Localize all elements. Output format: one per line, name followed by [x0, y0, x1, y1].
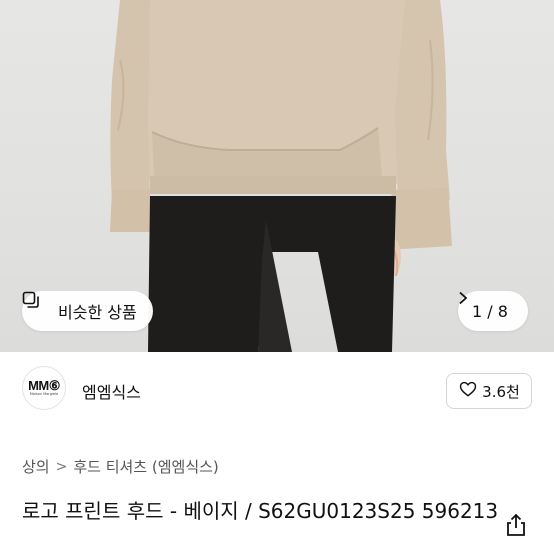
brand-logo-text: MM⑥: [28, 377, 60, 393]
breadcrumb: 상의 > 후드 티셔츠 (엠엠식스): [22, 456, 219, 477]
brand-logo-subtext: Maison Margiela: [29, 391, 59, 396]
product-image[interactable]: 비슷한 상품 1 / 8: [0, 0, 554, 352]
similar-products-label: 비슷한 상품: [58, 303, 137, 322]
share-icon[interactable]: [505, 512, 527, 538]
brand-row: MM⑥ Maison Margiela 엠엠식스 3.6천: [0, 352, 554, 424]
image-pager-text: 1 / 8: [472, 301, 508, 321]
image-stack-icon: [22, 291, 52, 320]
brand-logo[interactable]: MM⑥ Maison Margiela: [22, 366, 66, 410]
like-button[interactable]: 3.6천: [446, 373, 532, 409]
breadcrumb-subcategory[interactable]: 후드 티셔츠 (엠엠식스): [73, 456, 218, 477]
image-pager[interactable]: 1 / 8: [458, 291, 528, 331]
like-count: 3.6천: [482, 382, 520, 401]
breadcrumb-category[interactable]: 상의: [22, 456, 50, 477]
product-title: 로고 프린트 후드 - 베이지 / S62GU0123S25 596213: [22, 499, 499, 523]
heart-outline-icon: [458, 379, 478, 403]
breadcrumb-separator: >: [55, 458, 68, 475]
brand-name[interactable]: 엠엠식스: [82, 379, 141, 403]
similar-products-button[interactable]: 비슷한 상품: [22, 291, 153, 331]
